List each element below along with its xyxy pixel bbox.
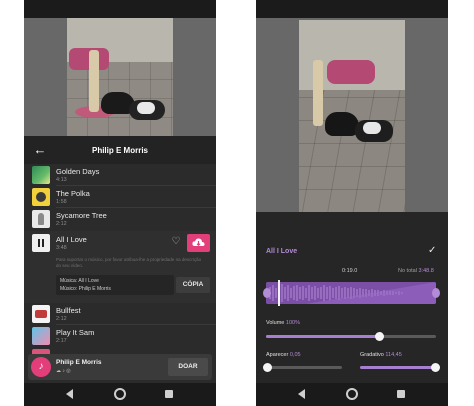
track-duration: 1:58	[56, 199, 67, 205]
waveform-graphic	[266, 282, 436, 304]
track-duration: 2:12	[56, 221, 67, 227]
artist-avatar	[31, 357, 51, 377]
nav-home-icon[interactable]	[346, 388, 358, 400]
track-item[interactable]: Golden Days 4:13	[24, 164, 216, 186]
total-time-value: 3:48.8	[418, 268, 434, 274]
track-title: Sycamore Tree	[56, 211, 107, 220]
fade-out-label: Gradativo 114,45	[360, 352, 402, 358]
fade-in-slider-knob[interactable]	[263, 363, 272, 372]
status-bar	[256, 0, 448, 18]
back-arrow-icon[interactable]: ←	[32, 142, 48, 158]
editor-track-title: All I Love	[266, 248, 298, 255]
total-time-label: No total	[398, 268, 417, 274]
volume-label-text: Volume	[266, 320, 285, 326]
track-title: Bullfest	[56, 306, 81, 315]
video-tuxedo-cat-patch	[137, 102, 155, 114]
check-icon[interactable]: ✓	[428, 245, 436, 256]
nav-back-icon[interactable]	[66, 389, 73, 399]
fade-out-slider-knob[interactable]	[431, 363, 440, 372]
track-item[interactable]: Play It Sam 2:17	[24, 325, 216, 347]
audio-editor-screen: All I Love ✓ 0:19.0 No total 3:48.8 Volu…	[256, 0, 448, 406]
fade-out-value: 114,45	[385, 352, 402, 358]
track-title: Play It Sam	[56, 328, 95, 337]
copy-button[interactable]: CÓPIA	[176, 277, 210, 293]
video-scratching-post	[89, 50, 99, 112]
active-track-panel: All I Love 3:48 ♡ Para suportar o músico…	[24, 231, 216, 303]
audio-editor-panel: All I Love ✓ 0:19.0 No total 3:48.8 Volu…	[256, 212, 448, 383]
track-title: The Polka	[56, 189, 90, 198]
download-button[interactable]	[187, 234, 210, 252]
android-navbar	[256, 383, 448, 406]
volume-label: Volume 100%	[266, 320, 300, 326]
social-links-icon[interactable]: ☁ ♪ ◎	[56, 368, 71, 374]
video-scratching-post	[313, 60, 323, 126]
track-item[interactable]: Sycamore Tree 2:12	[24, 208, 216, 230]
track-duration: 4:13	[56, 177, 67, 183]
android-navbar	[24, 383, 216, 406]
playhead-cursor[interactable]	[278, 280, 280, 306]
fade-in-label: Aparecer 0,05	[266, 352, 301, 358]
music-library-screen: ← Philip E Morris Golden Days 4:13 The P…	[24, 0, 216, 406]
track-duration: 2:12	[56, 316, 67, 322]
credit-musician: Músico: Philip E Morris	[60, 286, 111, 292]
fade-out-slider-fill[interactable]	[360, 366, 436, 369]
nav-home-icon[interactable]	[114, 388, 126, 400]
attribution-notice: Para suportar o músico, por favor atribu…	[56, 257, 202, 268]
status-bar	[24, 0, 216, 18]
video-frame[interactable]	[299, 20, 405, 212]
current-time: 0:19.0	[342, 268, 358, 274]
volume-value: 100%	[285, 320, 300, 326]
video-preview	[24, 0, 216, 136]
track-title: Golden Days	[56, 167, 100, 176]
video-frame[interactable]	[67, 18, 173, 136]
active-track-title: All I Love	[56, 235, 87, 244]
fade-in-label-text: Aparecer	[266, 352, 289, 358]
pause-icon[interactable]	[32, 234, 50, 252]
video-tuxedo-cat-patch	[363, 122, 381, 134]
album-art-icon	[32, 188, 50, 206]
track-item[interactable]: Bullfest 2:12	[24, 303, 216, 325]
artist-header: ← Philip E Morris	[24, 136, 216, 164]
download-cloud-icon	[192, 238, 205, 247]
fade-in-slider-track[interactable]	[266, 366, 342, 369]
credit-music: Música: All I Love	[60, 278, 99, 284]
audio-waveform[interactable]	[266, 282, 436, 304]
video-preview	[256, 0, 448, 212]
nav-recent-icon[interactable]	[165, 390, 173, 398]
trim-start-handle[interactable]	[263, 288, 271, 298]
artist-title: Philip E Morris	[91, 145, 148, 155]
heart-icon[interactable]: ♡	[170, 236, 182, 248]
donate-artist-name: Philip E Morris	[56, 359, 102, 366]
track-duration: 2:17	[56, 338, 67, 344]
track-item[interactable]: The Polka 1:58	[24, 186, 216, 208]
video-cat-bed	[327, 60, 375, 84]
trim-end-handle[interactable]	[432, 288, 440, 298]
nav-recent-icon[interactable]	[397, 390, 405, 398]
fade-in-value: 0,05	[289, 352, 301, 358]
album-art-icon	[32, 210, 50, 228]
total-time: No total 3:48.8	[398, 268, 434, 274]
donate-bar: Philip E Morris ☁ ♪ ◎ DOAR	[28, 354, 212, 380]
video-black-cat	[325, 112, 359, 136]
volume-slider-fill	[266, 335, 380, 338]
fade-out-label-text: Gradativo	[360, 352, 384, 358]
donate-button[interactable]: DOAR	[168, 358, 208, 376]
album-art-icon	[32, 327, 50, 345]
album-art-icon	[32, 305, 50, 323]
nav-back-icon[interactable]	[298, 389, 305, 399]
volume-slider-knob[interactable]	[375, 332, 384, 341]
attribution-credit-box: Música: All I Love Músico: Philip E Morr…	[56, 275, 174, 295]
album-art-icon	[32, 166, 50, 184]
active-track-duration: 3:48	[56, 245, 67, 251]
